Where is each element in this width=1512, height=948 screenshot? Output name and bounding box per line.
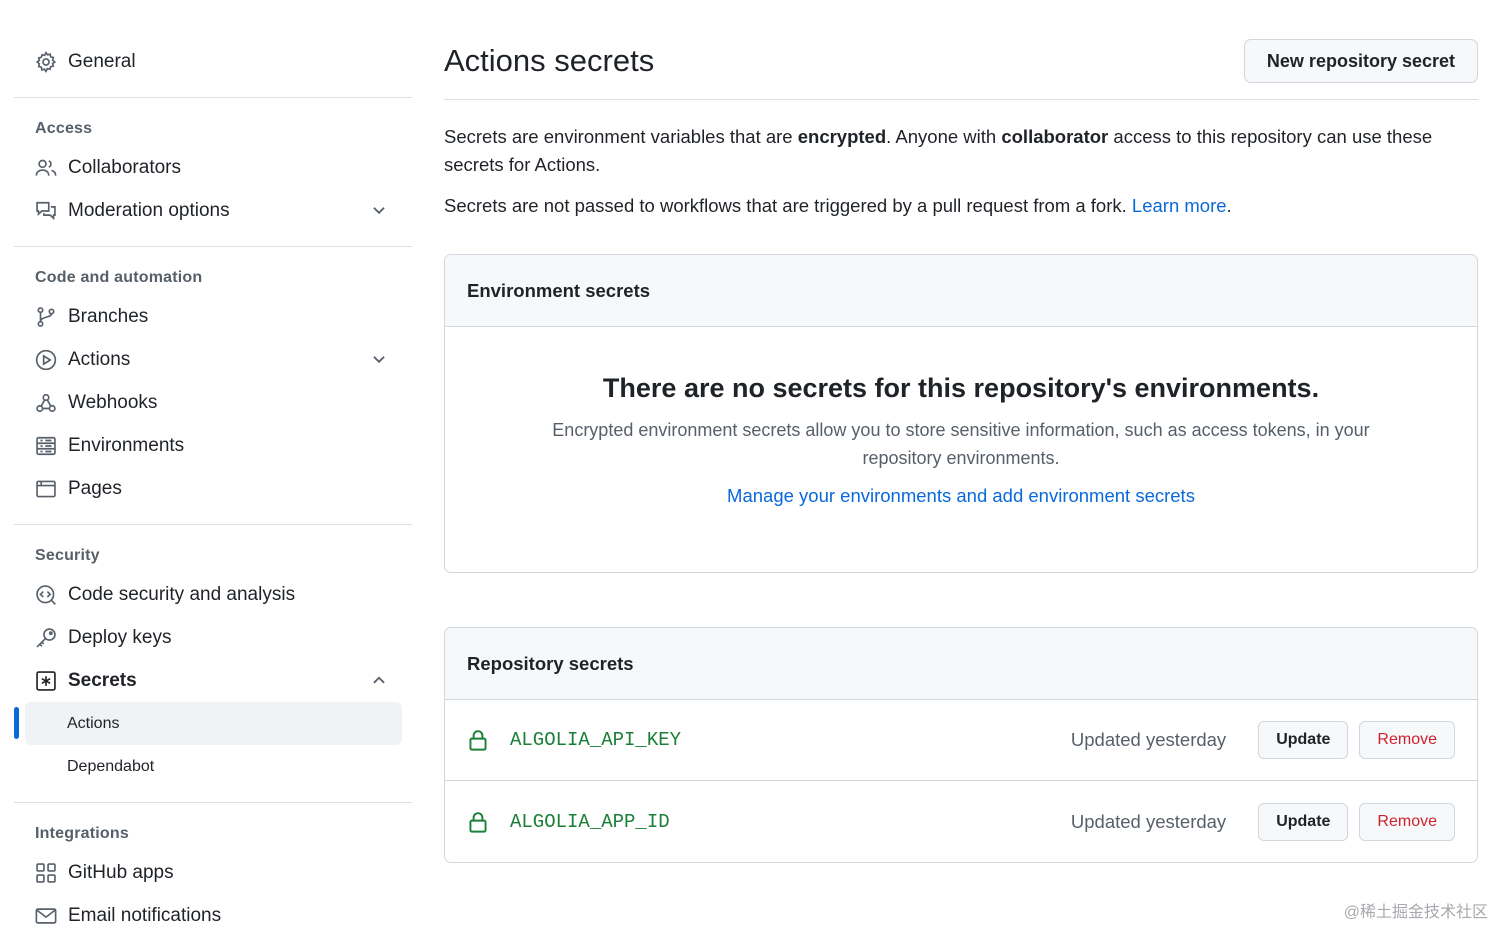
sidebar-item-label: Email notifications <box>68 904 222 926</box>
sidebar-item-collaborators[interactable]: Collaborators <box>14 146 412 189</box>
page-title: Actions secrets <box>444 43 655 78</box>
sidebar-subitem-actions[interactable]: Actions <box>25 702 402 745</box>
intro-emphasis-encrypted: encrypted <box>797 126 887 147</box>
fork-notice: Secrets are not passed to workflows that… <box>444 192 1478 220</box>
divider <box>14 524 412 525</box>
sidebar-item-label: Code security and analysis <box>68 583 296 605</box>
sidebar-item-label: Branches <box>68 305 149 327</box>
empty-state-title: There are no secrets for this repository… <box>602 373 1320 403</box>
divider <box>444 99 1478 100</box>
secret-name: ALGOLIA_APP_ID <box>510 810 670 833</box>
play-icon <box>35 349 57 371</box>
sidebar-item-actions[interactable]: Actions <box>14 338 412 381</box>
environment-secrets-box: Environment secrets There are no secrets… <box>444 254 1478 573</box>
server-icon <box>35 435 57 457</box>
intro-emphasis-collaborator: collaborator <box>1001 126 1109 147</box>
key-icon <box>35 627 57 649</box>
intro-text: Secrets are environment variables that a… <box>444 123 1478 179</box>
sidebar-item-pages[interactable]: Pages <box>14 467 412 510</box>
people-icon <box>35 157 57 179</box>
gear-icon <box>35 50 57 73</box>
active-indicator <box>14 707 19 739</box>
watermark: @稀土掘金技术社区 <box>1343 904 1488 921</box>
empty-state-description: Encrypted environment secrets allow you … <box>552 420 1370 468</box>
group-label-code-automation: Code and automation <box>35 269 203 286</box>
group-label-security: Security <box>35 547 100 564</box>
sidebar-item-github-apps[interactable]: GitHub apps <box>14 851 412 894</box>
lock-icon <box>469 730 487 751</box>
update-button[interactable]: Update <box>1258 802 1349 841</box>
fork-notice-text: Secrets are not passed to workflows that… <box>444 195 1132 216</box>
intro-text-part: . Anyone with <box>886 126 1002 147</box>
apps-icon <box>35 862 57 884</box>
group-label-access: Access <box>35 120 93 137</box>
sidebar-item-secrets[interactable]: Secrets <box>14 659 412 702</box>
sidebar-item-webhooks[interactable]: Webhooks <box>14 381 412 424</box>
chevron-down-icon[interactable] <box>370 201 388 219</box>
repository-secrets-box: Repository secrets ALGOLIA_API_KEY Updat… <box>444 627 1478 863</box>
learn-more-link[interactable]: Learn more <box>1132 195 1227 216</box>
comment-discussion-icon <box>35 200 57 222</box>
repository-secrets-header: Repository secrets <box>445 628 1477 700</box>
chevron-down-icon[interactable] <box>370 350 388 368</box>
empty-state: There are no secrets for this repository… <box>445 327 1477 507</box>
fork-notice-end: . <box>1226 195 1232 216</box>
divider <box>14 802 412 803</box>
secret-name: ALGOLIA_API_KEY <box>510 729 682 751</box>
sidebar-item-branches[interactable]: Branches <box>14 295 412 338</box>
sidebar-item-moderation-options[interactable]: Moderation options <box>14 189 412 232</box>
remove-button[interactable]: Remove <box>1359 802 1455 841</box>
page-header: Actions secrets New repository secret <box>444 36 1478 86</box>
git-branch-icon <box>35 306 57 328</box>
update-button[interactable]: Update <box>1258 721 1349 759</box>
secret-row: ALGOLIA_API_KEY Updated yesterday Update… <box>445 700 1477 781</box>
sidebar-item-code-security[interactable]: Code security and analysis <box>14 573 412 616</box>
manage-environments-link[interactable]: Manage your environments and add environ… <box>727 485 1195 507</box>
settings-sidebar: General Access Collaborators Moderation … <box>14 40 412 937</box>
sidebar-item-label: Dependabot <box>67 757 155 775</box>
sidebar-item-label: GitHub apps <box>68 861 174 883</box>
sidebar-item-deploy-keys[interactable]: Deploy keys <box>14 616 412 659</box>
sidebar-subitem-dependabot[interactable]: Dependabot <box>25 745 402 788</box>
sidebar-item-label: Actions <box>68 348 131 370</box>
secret-updated: Updated yesterday <box>1070 810 1227 832</box>
sidebar-item-label: Actions <box>67 714 120 732</box>
chevron-up-icon[interactable] <box>370 671 388 689</box>
divider <box>14 246 412 247</box>
intro-text-part: Secrets are environment variables that a… <box>444 126 798 147</box>
new-repository-secret-button[interactable]: New repository secret <box>1243 39 1478 83</box>
sidebar-item-label: Webhooks <box>68 391 158 413</box>
group-label-integrations: Integrations <box>35 825 129 842</box>
environment-secrets-header: Environment secrets <box>445 255 1477 327</box>
main-content: Actions secrets New repository secret Se… <box>444 36 1478 863</box>
sidebar-item-environments[interactable]: Environments <box>14 424 412 467</box>
codescan-icon <box>35 584 57 606</box>
divider <box>14 97 412 98</box>
browser-icon <box>35 478 57 500</box>
remove-button[interactable]: Remove <box>1359 721 1455 759</box>
secret-row: ALGOLIA_APP_ID Updated yesterday Update … <box>445 781 1477 862</box>
sidebar-item-label: Deploy keys <box>68 626 172 648</box>
key-asterisk-icon <box>35 670 57 692</box>
sidebar-item-label: Collaborators <box>68 156 181 178</box>
sidebar-item-label: Pages <box>68 477 122 499</box>
webhook-icon <box>35 392 57 414</box>
sidebar-item-label: Environments <box>68 434 185 456</box>
lock-icon <box>469 811 487 833</box>
sidebar-item-email-notifications[interactable]: Email notifications <box>14 894 412 937</box>
sidebar-item-general[interactable]: General <box>14 40 412 83</box>
sidebar-item-label: Secrets <box>68 669 137 691</box>
secret-updated: Updated yesterday <box>1070 729 1227 750</box>
mail-icon <box>35 905 57 927</box>
sidebar-item-label: Moderation options <box>68 199 230 221</box>
sidebar-item-label: General <box>68 50 136 72</box>
